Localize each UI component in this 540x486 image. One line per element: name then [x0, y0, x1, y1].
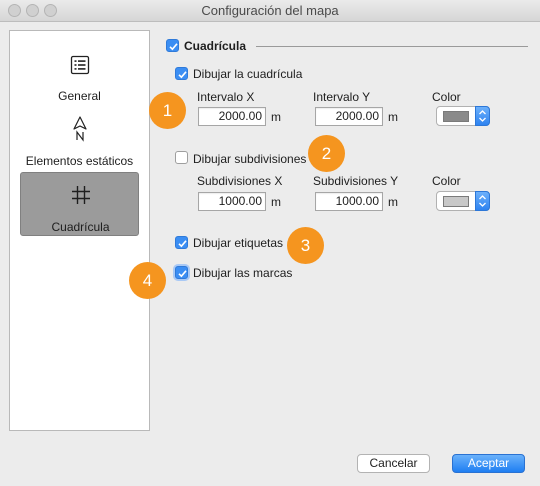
window-title: Configuración del mapa: [201, 3, 339, 18]
interval-y-field[interactable]: 2000.00: [315, 107, 383, 126]
subdiv-color-swatch: [443, 196, 469, 207]
callout-badge: 3: [287, 227, 324, 264]
callout-badge: 2: [308, 135, 345, 172]
grid-enabled-checkbox[interactable]: [166, 39, 179, 52]
draw-subdivisions-label: Dibujar subdivisiones: [193, 152, 307, 166]
sidebar-item-label: General: [58, 89, 101, 103]
sidebar-item-label: Elementos estáticos: [25, 154, 134, 168]
settings-sidebar: General Elementos estáticos Cuadrícula: [9, 30, 150, 431]
sidebar-item-grid[interactable]: Cuadrícula: [20, 172, 139, 236]
interval-y-unit: m: [388, 110, 398, 124]
section-title: Cuadrícula: [184, 39, 247, 53]
interval-x-unit: m: [271, 110, 281, 124]
draw-grid-label: Dibujar la cuadrícula: [193, 67, 303, 81]
cancel-button[interactable]: Cancelar: [357, 454, 430, 473]
sidebar-item-general[interactable]: General: [20, 49, 139, 113]
draw-labels-checkbox[interactable]: [175, 236, 188, 249]
grid-icon: [21, 181, 140, 209]
title-bar: Configuración del mapa: [0, 0, 540, 22]
interval-x-field[interactable]: 2000.00: [198, 107, 266, 126]
subdiv-y-unit: m: [388, 195, 398, 209]
interval-y-label: Intervalo Y: [313, 90, 371, 104]
settings-window: Configuración del mapa General Elementos…: [0, 0, 540, 486]
subdiv-color-picker[interactable]: [436, 191, 490, 211]
sidebar-item-label: Cuadrícula: [51, 220, 110, 234]
grid-color-picker[interactable]: [436, 106, 490, 126]
subdiv-color-label: Color: [432, 174, 461, 188]
chevron-updown-icon: [475, 106, 490, 126]
draw-ticks-label: Dibujar las marcas: [193, 266, 293, 280]
interval-x-label: Intervalo X: [197, 90, 255, 104]
accept-button[interactable]: Aceptar: [452, 454, 525, 473]
draw-ticks-checkbox[interactable]: [175, 266, 188, 279]
draw-subdivisions-checkbox[interactable]: [175, 151, 188, 164]
subdiv-y-field[interactable]: 1000.00: [315, 192, 383, 211]
sidebar-item-static-elements[interactable]: Elementos estáticos: [20, 113, 139, 177]
north-arrow-icon: [20, 115, 139, 143]
color-label: Color: [432, 90, 461, 104]
chevron-updown-icon: [475, 191, 490, 211]
subdiv-x-unit: m: [271, 195, 281, 209]
list-icon: [20, 51, 139, 79]
grid-color-swatch: [443, 111, 469, 122]
callout-badge: 4: [129, 262, 166, 299]
section-divider: [256, 46, 528, 47]
draw-labels-label: Dibujar etiquetas: [193, 236, 284, 250]
subdiv-x-field[interactable]: 1000.00: [198, 192, 266, 211]
draw-grid-checkbox[interactable]: [175, 67, 188, 80]
callout-badge: 1: [149, 92, 186, 129]
subdiv-x-label: Subdivisiones X: [197, 174, 283, 188]
subdiv-y-label: Subdivisiones Y: [313, 174, 399, 188]
